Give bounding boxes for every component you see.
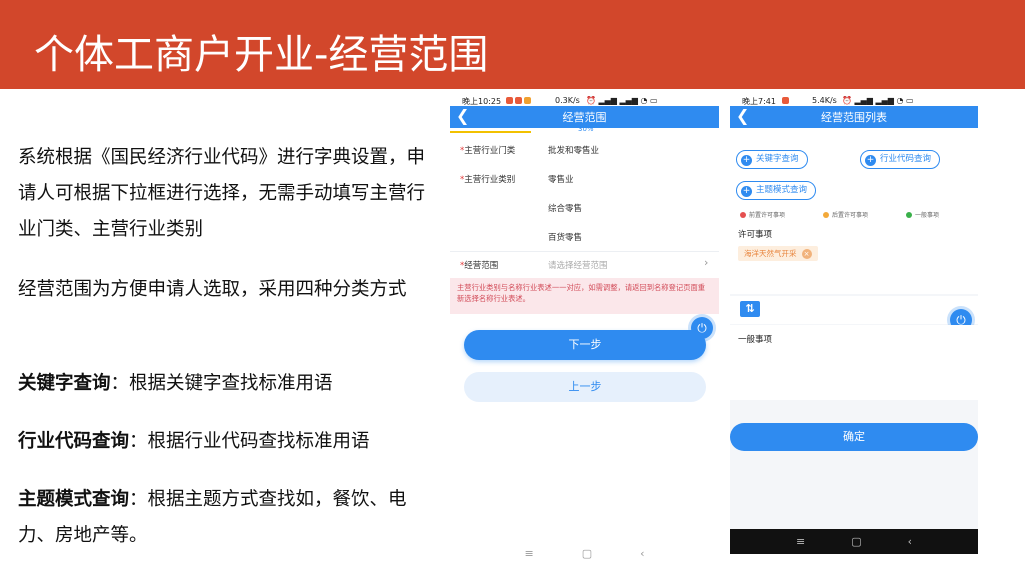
industry-category-label-text: 主营行业门类: [464, 146, 516, 156]
scope-label-text: 经营范围: [464, 261, 499, 271]
plus-icon: +: [741, 186, 752, 197]
status-icons: [506, 97, 531, 104]
keyword-query-text: ：根据关键字查找标准用语: [110, 373, 333, 394]
status-bar: 晚上7:41 5.4K/s ⏰ ▂▄▆ ▂▄▆ ◔ ▭: [730, 96, 978, 106]
green-dot-icon: [906, 212, 912, 218]
back-nav-icon[interactable]: ‹: [908, 535, 912, 548]
theme-mode-query-button[interactable]: + 主题模式查询: [736, 181, 817, 200]
home-icon[interactable]: ▢: [851, 535, 861, 548]
plus-icon: +: [741, 155, 752, 166]
status-icons: [782, 97, 789, 104]
industry-query-label: 行业代码查询: [18, 431, 130, 452]
warning-notice: 主营行业类别与名称行业表述一一对应，如需调整，请返回到名称登记页面重新选择名称行…: [450, 278, 719, 314]
phone-screenshot-scope-list: 晚上7:41 5.4K/s ⏰ ▂▄▆ ▂▄▆ ◔ ▭ ❮ 经营范围列表 + 关键…: [730, 96, 978, 554]
paragraph-industry: 行业代码查询：根据行业代码查找标准用语: [18, 424, 443, 460]
page-title: 经营范围: [562, 111, 607, 124]
back-nav-icon[interactable]: ‹: [640, 547, 644, 560]
industry-category-label: *主营行业门类: [460, 146, 516, 156]
paragraph-theme: 主题模式查询：根据主题方式查找如，餐饮、电力、房地产等。: [18, 482, 443, 554]
legend-pre-license: 前置许可事项: [740, 210, 785, 219]
keyword-query-label: 关键字查询: [18, 373, 111, 394]
paragraph-scope: 经营范围为方便申请人选取，采用四种分类方式: [18, 279, 407, 300]
status-bar: 晚上10:25 0.3K/s ⏰ ▂▄▆ ▂▄▆ ◔ ▭: [450, 96, 719, 106]
legend-general: 一般事项: [906, 210, 939, 219]
divider: [450, 251, 719, 252]
industry-category-value[interactable]: 批发和零售业: [548, 144, 599, 156]
nav-bar: ❮ 经营范围列表: [730, 106, 978, 128]
status-speed: 5.4K/s: [812, 96, 837, 105]
theme-query-label: 主题模式查询: [18, 489, 130, 510]
paragraph-keyword: 关键字查询：根据关键字查找标准用语: [18, 366, 443, 402]
system-nav-bar: ≡ ▢ ‹: [450, 540, 719, 566]
legend-post-license: 后置许可事项: [823, 210, 868, 219]
general-items-label: 一般事项: [738, 335, 773, 345]
sort-row: [730, 296, 978, 324]
selected-scope-tag[interactable]: 海洋天然气开采 ×: [738, 246, 818, 261]
menu-icon[interactable]: ≡: [524, 547, 533, 560]
title-banner: 个体工商户开业-经营范围: [0, 0, 1025, 89]
industry-code-query-button[interactable]: + 行业代码查询: [860, 150, 941, 169]
progress-fill: [450, 131, 531, 133]
progress-text: 30%: [578, 125, 594, 133]
orange-dot-icon: [823, 212, 829, 218]
previous-step-button[interactable]: 上一步: [464, 372, 706, 402]
licensed-items-label: 许可事项: [738, 230, 773, 240]
paragraph-dictionary: 系统根据《国民经济行业代码》进行字典设置，申请人可根据下拉框进行选择，无需手动填…: [18, 147, 426, 240]
red-dot-icon: [740, 212, 746, 218]
next-step-button[interactable]: 下一步: [464, 330, 706, 360]
industry-type-label-text: 主营行业类别: [464, 175, 516, 185]
industry-subtype-value[interactable]: 综合零售: [548, 202, 582, 214]
slide-title: 个体工商户开业-经营范围: [34, 32, 489, 78]
confirm-button[interactable]: 确定: [730, 423, 978, 451]
industry-type-value[interactable]: 零售业: [548, 173, 574, 185]
industry-subclass-value[interactable]: 百货零售: [548, 231, 582, 243]
industry-type-label: *主营行业类别: [460, 175, 516, 185]
status-speed: 0.3K/s: [555, 96, 580, 105]
sort-icon[interactable]: ⇅: [740, 301, 760, 317]
industry-query-text: ：根据行业代码查找标准用语: [129, 431, 370, 452]
phone-screenshot-business-scope: 晚上10:25 0.3K/s ⏰ ▂▄▆ ▂▄▆ ◔ ▭ ❮ 经营范围 30% …: [450, 96, 719, 566]
chevron-right-icon[interactable]: ›: [704, 256, 708, 269]
plus-icon: +: [865, 155, 876, 166]
scope-label: *经营范围: [460, 261, 499, 271]
signal-icons: ⏰ ▂▄▆ ▂▄▆ ◔ ▭: [842, 96, 914, 105]
page-title: 经营范围列表: [821, 111, 887, 124]
scope-select[interactable]: 请选择经营范围: [548, 259, 608, 271]
menu-icon[interactable]: ≡: [796, 535, 805, 548]
signal-icons: ⏰ ▂▄▆ ▂▄▆ ◔ ▭: [586, 96, 658, 105]
system-nav-bar: ≡ ▢ ‹: [730, 529, 978, 554]
home-icon[interactable]: ▢: [582, 547, 592, 560]
progress-bar: 30%: [450, 125, 719, 135]
remove-tag-icon[interactable]: ×: [801, 249, 812, 259]
keyword-query-button[interactable]: + 关键字查询: [736, 150, 808, 169]
